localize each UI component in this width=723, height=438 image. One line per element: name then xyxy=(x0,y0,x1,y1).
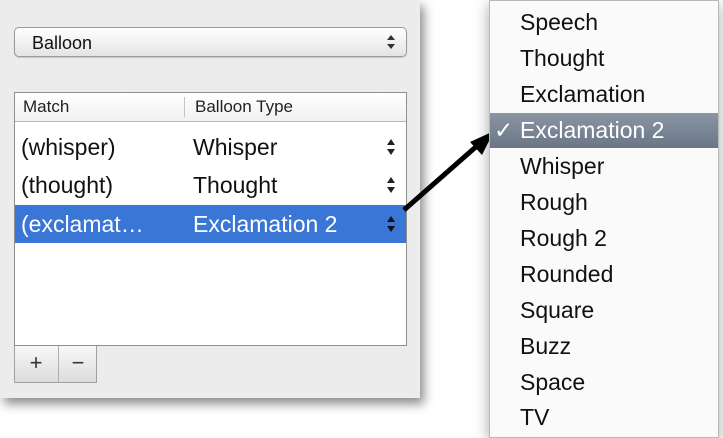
menu-item-square[interactable]: Square xyxy=(490,293,718,328)
checkmark-icon: ✓ xyxy=(494,117,514,143)
updown-arrows-icon[interactable] xyxy=(386,136,396,158)
table-row[interactable]: (thought) Thought xyxy=(15,166,406,204)
menu-item-rough-2[interactable]: Rough 2 xyxy=(490,221,718,256)
updown-arrows-icon xyxy=(387,35,395,49)
menu-item-whisper[interactable]: Whisper xyxy=(490,149,718,184)
balloon-type-menu: Speech Thought Exclamation ✓ Exclamation… xyxy=(489,0,719,438)
menu-item-exclamation[interactable]: Exclamation xyxy=(490,77,718,112)
balloon-settings-panel: Balloon Match Balloon Type (whisper) Whi… xyxy=(0,0,420,398)
menu-item-thought[interactable]: Thought xyxy=(490,41,718,76)
balloon-type-cell: Thought xyxy=(193,172,278,198)
match-cell: (whisper) xyxy=(21,134,116,160)
match-table: Match Balloon Type (whisper) Whisper (th… xyxy=(14,92,407,346)
add-remove-bar: + − xyxy=(14,346,97,383)
balloon-type-cell: Whisper xyxy=(193,134,278,160)
balloon-popup-button[interactable]: Balloon xyxy=(14,27,407,57)
popup-label: Balloon xyxy=(32,33,93,53)
updown-arrows-icon[interactable] xyxy=(386,174,396,196)
remove-button[interactable]: − xyxy=(58,346,97,382)
column-header-match[interactable]: Match xyxy=(23,97,69,117)
menu-item-rounded[interactable]: Rounded xyxy=(490,257,718,292)
menu-item-exclamation-2[interactable]: ✓ Exclamation 2 xyxy=(490,113,718,148)
column-divider xyxy=(184,97,185,117)
match-cell: (exclamat… xyxy=(21,211,144,237)
balloon-type-cell: Exclamation 2 xyxy=(193,211,338,237)
column-header-balloon-type[interactable]: Balloon Type xyxy=(195,97,293,117)
updown-arrows-icon[interactable] xyxy=(386,213,396,235)
table-header: Match Balloon Type xyxy=(15,93,406,122)
menu-item-rough[interactable]: Rough xyxy=(490,185,718,220)
menu-item-space[interactable]: Space xyxy=(490,365,718,400)
menu-item-speech[interactable]: Speech xyxy=(490,5,718,40)
table-row[interactable]: (whisper) Whisper xyxy=(15,128,406,166)
table-row-selected[interactable]: (exclamat… Exclamation 2 xyxy=(15,205,406,243)
add-button[interactable]: + xyxy=(17,346,55,382)
menu-item-buzz[interactable]: Buzz xyxy=(490,329,718,364)
match-cell: (thought) xyxy=(21,172,114,198)
menu-item-tv[interactable]: TV xyxy=(490,400,718,435)
